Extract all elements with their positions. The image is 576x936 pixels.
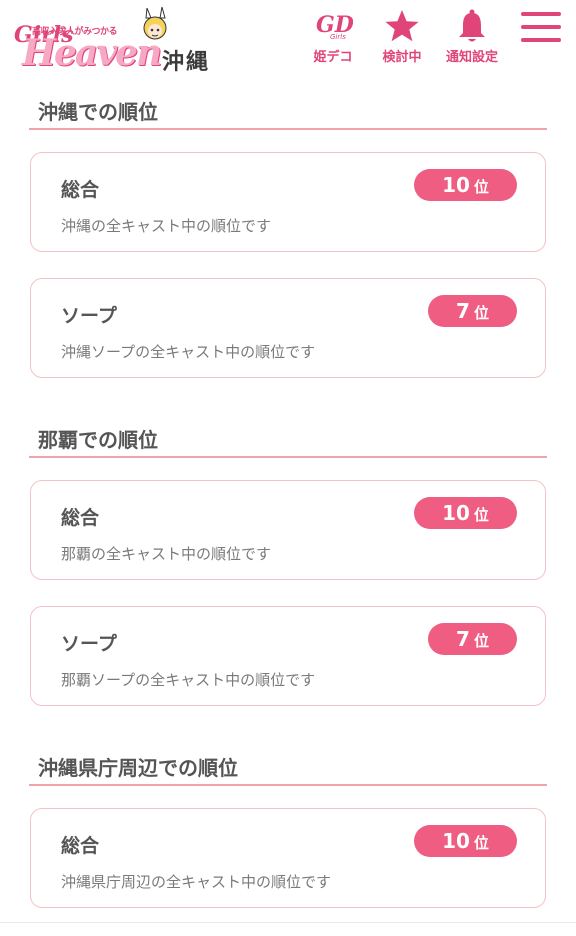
- page-bottom-divider: [0, 922, 576, 923]
- section-divider: [29, 456, 547, 458]
- site-logo[interactable]: Girls 高収入求人がみつかる Heaven 沖縄: [10, 6, 215, 75]
- ranking-category: ソープ: [61, 633, 117, 655]
- section-divider: [29, 784, 547, 786]
- ranking-category: 総合: [61, 835, 100, 857]
- hime-deco-label: 姫デコ: [313, 50, 353, 65]
- section-divider: [29, 128, 547, 130]
- site-header: Girls 高収入求人がみつかる Heaven 沖縄 GD Girls 姫デコ …: [0, 0, 576, 80]
- rank-number: 10: [442, 501, 470, 525]
- rank-unit: 位: [473, 632, 489, 650]
- hamburger-icon-line: [521, 25, 561, 29]
- svg-text:Girls: Girls: [330, 33, 346, 41]
- rank-badge: 10 位: [414, 497, 517, 529]
- hamburger-icon: [521, 12, 561, 16]
- rank-unit: 位: [473, 178, 489, 196]
- ranking-category: 総合: [61, 179, 100, 201]
- rank-number: 7: [456, 627, 470, 651]
- star-icon: [385, 10, 419, 42]
- ranking-category: 総合: [61, 507, 100, 529]
- rank-badge: 7位: [428, 623, 517, 655]
- hime-deco-button[interactable]: GD Girls 姫デコ: [301, 8, 365, 70]
- ranking-description: 沖縄ソープの全キャスト中の順位です: [61, 343, 316, 361]
- rank-unit: 位: [473, 834, 489, 852]
- ranking-category: ソープ: [61, 305, 117, 327]
- ranking-card[interactable]: ソープ 7位 那覇ソープの全キャスト中の順位です: [30, 606, 546, 706]
- rank-number: 7: [456, 299, 470, 323]
- hamburger-menu-button[interactable]: [521, 12, 561, 48]
- section-title-kencho: 沖縄県庁周辺での順位: [38, 756, 238, 780]
- rank-badge: 7位: [428, 295, 517, 327]
- rank-unit: 位: [473, 506, 489, 524]
- favorites-button[interactable]: 検討中: [370, 8, 434, 70]
- ranking-description: 那覇の全キャスト中の順位です: [61, 545, 272, 563]
- notification-settings-button[interactable]: 通知設定: [440, 8, 504, 70]
- ranking-description: 沖縄の全キャスト中の順位です: [61, 217, 272, 235]
- ranking-card[interactable]: 総合 10 位 那覇の全キャスト中の順位です: [30, 480, 546, 580]
- hime-deco-icon: GD Girls: [316, 12, 353, 41]
- hamburger-icon-line: [521, 38, 561, 42]
- bell-icon: [459, 9, 485, 42]
- section-title-naha: 那覇での順位: [38, 428, 158, 452]
- mascot-icon: [143, 6, 167, 40]
- ranking-card[interactable]: 総合 10 位 沖縄県庁周辺の全キャスト中の順位です: [30, 808, 546, 908]
- notification-settings-label: 通知設定: [445, 50, 498, 65]
- rank-number: 10: [442, 173, 470, 197]
- ranking-description: 那覇ソープの全キャスト中の順位です: [61, 671, 316, 689]
- logo-region: 沖縄: [162, 50, 211, 75]
- ranking-card[interactable]: ソープ 7位 沖縄ソープの全キャスト中の順位です: [30, 278, 546, 378]
- ranking-card[interactable]: 総合 10 位 沖縄の全キャスト中の順位です: [30, 152, 546, 252]
- ranking-description: 沖縄県庁周辺の全キャスト中の順位です: [61, 873, 332, 891]
- favorites-label: 検討中: [382, 50, 422, 65]
- rank-unit: 位: [473, 304, 489, 322]
- rank-badge: 10 位: [414, 825, 517, 857]
- section-title-okinawa: 沖縄での順位: [38, 100, 158, 124]
- rank-badge: 10 位: [414, 169, 517, 201]
- rank-number: 10: [442, 829, 470, 853]
